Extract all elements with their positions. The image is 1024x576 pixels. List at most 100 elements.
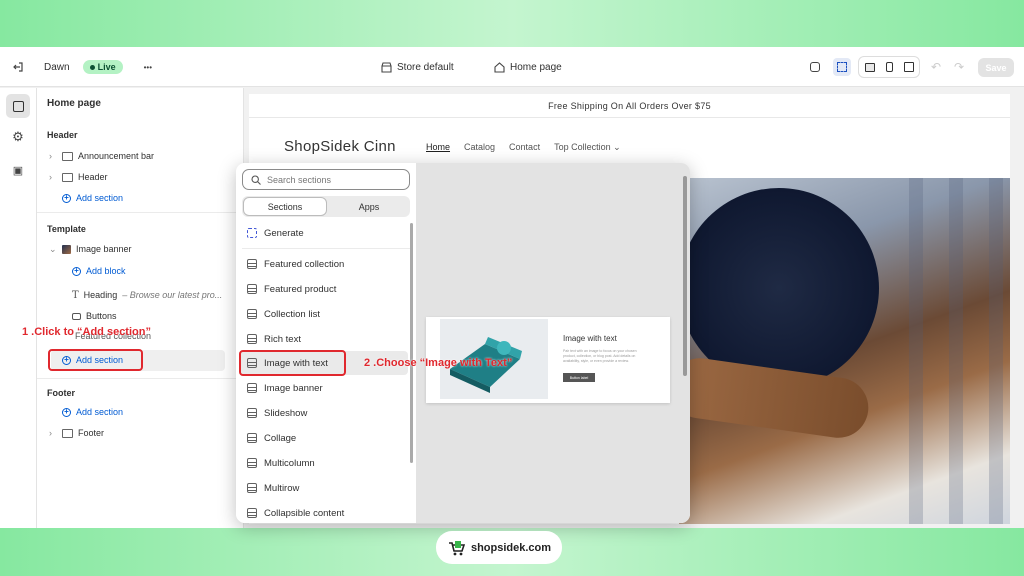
store-logo[interactable]: ShopSidek Cinn: [284, 138, 396, 155]
block-heading[interactable]: T Heading – Browse our latest pro...: [72, 287, 222, 303]
inspector-button[interactable]: [833, 58, 851, 76]
tab-sections[interactable]: Sections: [243, 197, 327, 216]
section-option-collage[interactable]: Collage: [247, 429, 296, 447]
section-option-multicolumn[interactable]: Multicolumn: [247, 454, 315, 472]
store-nav: Home Catalog Contact Top Collection ⌄: [426, 142, 621, 153]
store-icon: [381, 61, 392, 73]
multicolumn-icon: [247, 458, 257, 468]
section-option-rich-text[interactable]: Rich text: [247, 330, 301, 348]
store-default-button[interactable]: Store default: [381, 47, 454, 87]
chevron-right-icon: ›: [49, 151, 52, 161]
section-list-pane: Search sections Sections Apps Generate F…: [236, 163, 416, 523]
chevron-right-icon: ›: [49, 428, 52, 438]
generate-item[interactable]: Generate: [247, 224, 304, 242]
footer-badge: shopsidek.com: [436, 531, 562, 564]
section-option-slideshow[interactable]: Slideshow: [247, 404, 307, 422]
section-option-featured-product[interactable]: Featured product: [247, 280, 336, 298]
generate-icon: [247, 228, 257, 238]
fullscreen-icon[interactable]: [903, 62, 914, 72]
exit-button[interactable]: [12, 47, 24, 87]
announcement-bar: Free Shipping On All Orders Over $75: [249, 94, 1010, 118]
divider: [37, 212, 244, 213]
undo-icon: ↶: [930, 60, 942, 74]
step1-annotation: 1 .Click to “Add section”: [22, 326, 151, 338]
nav-link-top-collection[interactable]: Top Collection ⌄: [554, 142, 621, 153]
section-preview-pane: Image with text Pair text with an image …: [416, 163, 690, 523]
store-default-label: Store default: [397, 61, 454, 73]
sections-icon: [12, 100, 24, 112]
button-icon: [72, 312, 81, 320]
section-icon: [62, 428, 73, 438]
chevron-right-icon: ›: [49, 172, 52, 182]
undo-button[interactable]: ↶: [927, 58, 945, 76]
chevron-down-icon: ⌄: [613, 142, 621, 152]
search-placeholder: Search sections: [267, 174, 332, 185]
add-section-header-button[interactable]: + Add section: [62, 190, 123, 206]
sidebar-item-announcement-bar[interactable]: › Announcement bar: [49, 148, 154, 164]
sections-rail-button[interactable]: [6, 94, 30, 118]
callout-add-section: [48, 349, 143, 371]
multirow-icon: [247, 483, 257, 493]
section-option-featured-collection[interactable]: Featured collection: [247, 255, 344, 273]
search-icon: [251, 174, 261, 185]
collapsible-icon: [247, 508, 257, 518]
divider: [242, 248, 410, 249]
exit-icon: [13, 62, 23, 72]
nav-link-home[interactable]: Home: [426, 142, 450, 153]
footer-group-label: Footer: [47, 388, 75, 398]
template-group-label: Template: [47, 224, 86, 234]
theme-name: Dawn: [44, 61, 70, 73]
database-button[interactable]: [806, 58, 824, 76]
picker-tabs: Sections Apps: [242, 196, 410, 217]
preview-title: Image with text: [563, 334, 617, 343]
nav-link-catalog[interactable]: Catalog: [464, 142, 495, 153]
section-option-image-banner[interactable]: Image banner: [247, 379, 323, 397]
preview-scrollbar[interactable]: [683, 176, 687, 376]
sidebar-item-footer[interactable]: › Footer: [49, 425, 104, 441]
redo-button[interactable]: ↷: [950, 58, 968, 76]
text-icon: T: [72, 289, 79, 301]
section-icon: [62, 172, 73, 182]
section-option-collapsible-content[interactable]: Collapsible content: [247, 504, 344, 522]
search-sections-field[interactable]: Search sections: [242, 169, 410, 190]
more-actions-button[interactable]: •••: [144, 63, 152, 72]
desktop-icon[interactable]: [864, 62, 875, 72]
chevron-down-icon: ⌄: [49, 243, 57, 254]
preview-text: Pair text with an image to focus on your…: [563, 349, 637, 363]
home-icon: [494, 61, 505, 73]
device-switcher: [858, 56, 920, 78]
panel-title: Home page: [47, 98, 101, 109]
add-section-footer-button[interactable]: + Add section: [62, 404, 123, 420]
page-selector[interactable]: Home page: [494, 47, 562, 87]
preview-button: Button label: [563, 373, 595, 382]
shopsidek-logo-icon: [448, 540, 465, 555]
header-group-label: Header: [47, 130, 78, 140]
plus-circle-icon: +: [62, 407, 71, 417]
app-embeds-rail-button[interactable]: ▣: [6, 158, 30, 182]
sidebar-item-image-banner[interactable]: ⌄ Image banner: [49, 241, 132, 257]
section-icon: [247, 284, 257, 294]
block-buttons[interactable]: Buttons: [72, 308, 117, 324]
section-option-collection-list[interactable]: Collection list: [247, 305, 320, 323]
image-icon: [247, 383, 257, 393]
callout-image-with-text: [239, 350, 346, 376]
database-icon: [810, 62, 820, 72]
save-button[interactable]: Save: [978, 58, 1014, 77]
image-banner-icon: [62, 244, 71, 254]
section-icon: [247, 259, 257, 269]
divider: [37, 378, 244, 379]
slideshow-icon: [247, 408, 257, 418]
theme-settings-rail-button[interactable]: ⚙: [6, 125, 30, 149]
gear-icon: ⚙: [12, 129, 24, 144]
mobile-icon[interactable]: [885, 62, 893, 72]
section-option-multirow[interactable]: Multirow: [247, 479, 299, 497]
nav-link-contact[interactable]: Contact: [509, 142, 540, 153]
plus-circle-icon: +: [72, 266, 81, 276]
section-icon: [247, 309, 257, 319]
collage-icon: [247, 433, 257, 443]
list-scrollbar[interactable]: [410, 223, 413, 463]
section-icon: [247, 334, 257, 344]
add-block-button[interactable]: + Add block: [72, 263, 126, 279]
sidebar-item-header[interactable]: › Header: [49, 169, 108, 185]
tab-apps[interactable]: Apps: [328, 196, 410, 217]
